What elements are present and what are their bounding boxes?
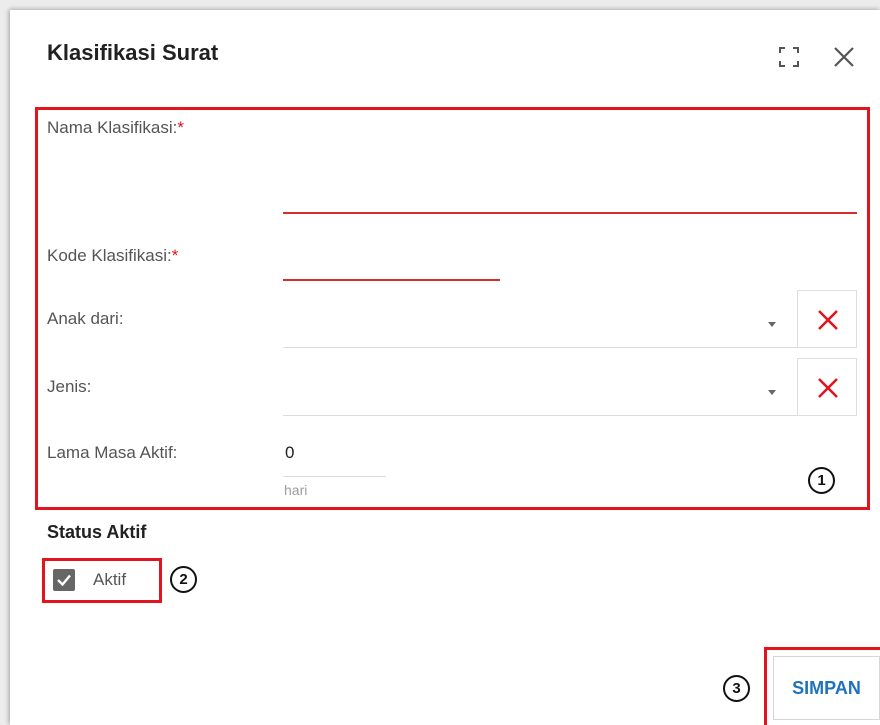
lama-masa-aktif-input[interactable]: 0 [285,443,294,463]
status-aktif-title: Status Aktif [47,522,147,542]
nama-klasifikasi-label: Nama Klasifikasi:* [47,118,184,138]
nama-klasifikasi-label-text: Nama Klasifikasi: [47,118,178,137]
kode-klasifikasi-label-text: Kode Klasifikasi: [47,246,172,265]
close-icon[interactable] [831,44,857,70]
close-x-icon [818,310,838,330]
nama-klasifikasi-input[interactable] [283,212,857,214]
jenis-label: Jenis: [47,377,92,396]
callout-2: 2 [170,566,197,593]
close-x-icon [818,378,838,398]
chevron-down-icon[interactable] [768,322,776,327]
lama-masa-aktif-underline [283,476,386,477]
kode-klasifikasi-label: Kode Klasifikasi:* [47,246,178,266]
callout-3: 3 [723,675,750,702]
dialog-title: Klasifikasi Surat [47,40,219,65]
lama-masa-aktif-label: Lama Masa Aktif: [47,443,178,462]
required-mark: * [177,118,184,137]
check-icon [57,574,71,587]
chevron-down-icon[interactable] [768,390,776,395]
anak-dari-label: Anak dari: [47,309,124,328]
jenis-select[interactable] [283,415,797,416]
anak-dari-select[interactable] [283,347,797,348]
jenis-clear-button[interactable] [797,358,857,416]
save-button[interactable]: SIMPAN [773,656,880,720]
lama-masa-aktif-unit-hint: hari [284,482,308,498]
aktif-checkbox-label[interactable]: Aktif [93,570,126,590]
kode-klasifikasi-input[interactable] [283,279,500,281]
aktif-checkbox[interactable] [53,569,75,591]
required-mark: * [171,246,179,265]
callout-1: 1 [808,467,835,494]
anak-dari-clear-button[interactable] [797,290,857,348]
fullscreen-icon[interactable] [778,46,800,68]
